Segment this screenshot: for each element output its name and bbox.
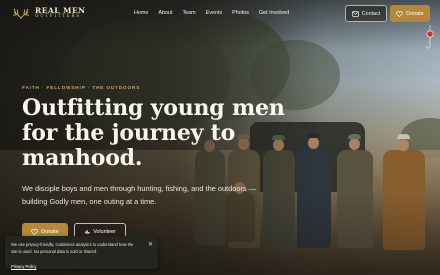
brand-subtitle: OUTFITTERS	[35, 14, 81, 20]
cookie-banner: We use privacy-friendly, cookieless anal…	[5, 236, 158, 269]
hero-lead-text: We disciple boys and men through hunting…	[22, 184, 257, 206]
hero-eyebrow: FAITH · FELLOWSHIP · THE OUTDOORS	[22, 85, 141, 90]
brand-title: REAL MEN	[35, 5, 86, 15]
close-icon[interactable]: ✕	[148, 241, 153, 248]
nav-events[interactable]: Events	[206, 10, 222, 16]
cookie-banner-text: We use privacy-friendly, cookieless anal…	[11, 242, 134, 254]
hand-icon	[84, 229, 90, 233]
header-donate-label: Donate	[406, 10, 424, 17]
mail-icon	[351, 10, 359, 17]
site-header: REAL MEN OUTFITTERS Home About Team Even…	[0, 0, 440, 49]
hero-headline: Outfitting young men for the journey to …	[22, 96, 322, 171]
volunteer-label: Volunteer	[93, 228, 116, 235]
nav-photos[interactable]: Photos	[232, 10, 249, 16]
header-donate-button[interactable]: Donate	[390, 5, 430, 22]
headline-line-3: manhood.	[22, 145, 143, 171]
nav-team[interactable]: Team	[182, 10, 195, 16]
brand-logo[interactable]: REAL MEN OUTFITTERS	[12, 6, 86, 20]
contact-button[interactable]: Contact	[345, 5, 387, 22]
heart-icon	[396, 10, 404, 17]
nav-get-involved[interactable]: Get Involved	[259, 10, 289, 16]
contact-button-label: Contact	[361, 10, 381, 17]
nav-about[interactable]: About	[158, 10, 172, 16]
headline-line-2: for the journey to	[22, 120, 236, 146]
main-nav: Home About Team Events Photos Get Involv…	[134, 10, 289, 16]
fishing-lure-icon	[426, 25, 434, 49]
hero-donate-label: Donate	[41, 228, 59, 235]
headline-line-1: Outfitting young men	[22, 95, 285, 121]
antlers-logo-icon	[13, 8, 29, 19]
nav-home[interactable]: Home	[134, 10, 148, 16]
privacy-policy-link[interactable]: Privacy Policy	[11, 264, 36, 269]
heart-icon	[31, 228, 39, 235]
